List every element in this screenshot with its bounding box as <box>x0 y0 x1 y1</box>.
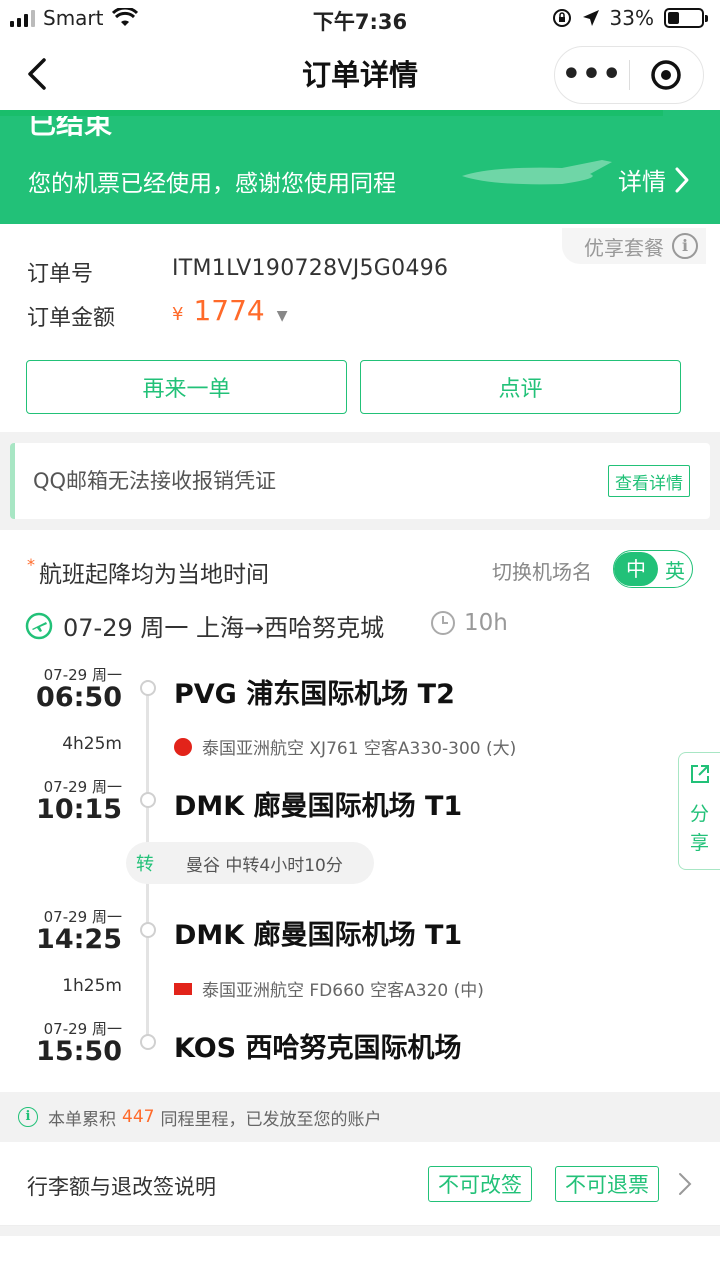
caret-down-icon: ▼ <box>276 308 288 324</box>
next-section-cutoff <box>0 1236 720 1280</box>
mileage-prefix: 本单累积 <box>48 1109 116 1130</box>
departure-airport: PVG 浦东国际机场 T2 <box>174 679 455 710</box>
reorder-button[interactable]: 再来一单 <box>26 360 347 414</box>
share-icon <box>690 765 709 783</box>
airasia-logo <box>174 737 192 756</box>
airport-language-toggle[interactable]: 中 英 <box>613 550 693 588</box>
chevron-right-icon <box>675 167 689 192</box>
airasia-logo <box>174 982 192 995</box>
mileage-notice: i 本单累积 447 同程里程，已发放至您的账户 <box>0 1092 720 1142</box>
no-refund-tag: 不可退票 <box>555 1166 659 1202</box>
battery-percent: 33% <box>609 6 654 30</box>
departure-airport: DMK 廊曼国际机场 T1 <box>174 920 463 951</box>
airplane-icon <box>25 612 53 639</box>
rotation-lock-icon <box>552 9 571 27</box>
battery-icon <box>664 8 708 28</box>
lang-english-option[interactable]: 英 <box>658 555 692 584</box>
order-info-card: 优享套餐 i 订单号 ITM1LV190728VJ5G0496 订单金额 ¥ 1… <box>0 224 720 432</box>
more-button[interactable]: ••• <box>555 60 629 90</box>
perk-label: 优享套餐 <box>584 235 664 260</box>
perk-package-tag[interactable]: 优享套餐 i <box>562 228 706 264</box>
clock-icon <box>431 611 455 635</box>
status-message: 您的机票已经使用，感谢您使用同程 <box>28 171 396 197</box>
order-amount[interactable]: ¥ 1774 ▼ <box>172 294 288 327</box>
nav-bar: 订单详情 ••• <box>0 40 720 110</box>
notice-card: QQ邮箱无法接收报销凭证 查看详情 <box>10 443 710 519</box>
switch-airport-name-label: 切换机场名 <box>492 560 592 584</box>
order-number-label: 订单号 <box>27 262 94 287</box>
system-icons: 33% <box>552 6 708 30</box>
close-miniprogram-button[interactable] <box>630 58 703 92</box>
notice-text: QQ邮箱无法接收报销凭证 <box>33 469 277 493</box>
miniprogram-capsule: ••• <box>554 46 704 104</box>
segment-flight-info: 泰国亚洲航空 XJ761 空客A330-300 (大) <box>174 734 516 759</box>
lang-chinese-option[interactable]: 中 <box>614 552 658 586</box>
review-button[interactable]: 点评 <box>360 360 681 414</box>
airplane-illustration <box>462 160 612 185</box>
share-label-1: 分 <box>689 803 709 825</box>
status-bar: Smart 下午7:36 33% <box>0 0 720 40</box>
arrival-airport: DMK 廊曼国际机场 T1 <box>174 791 463 822</box>
segment-duration: 4h25m <box>62 734 122 754</box>
flight-details: 泰国亚洲航空 FD660 空客A320 (中) <box>202 981 484 1001</box>
mileage-suffix: 同程里程，已发放至您的账户 <box>160 1109 382 1130</box>
timeline-node <box>140 922 156 938</box>
info-icon: i <box>18 1107 38 1127</box>
detail-label: 详情 <box>618 168 666 196</box>
location-icon <box>582 10 599 26</box>
baggage-policy-row[interactable]: 行李额与退改签说明 不可改签 不可退票 <box>0 1142 720 1226</box>
transfer-info: 转 曼谷 中转4小时10分 <box>126 842 374 884</box>
local-time-note: * 航班起降均为当地时间 <box>27 555 269 589</box>
transfer-tag: 转 <box>136 854 154 875</box>
trip-route: 07-29 周一 上海→西哈努克城 <box>63 614 385 642</box>
view-details-button[interactable]: 查看详情 <box>608 465 690 497</box>
arrival-time: 15:50 <box>36 1036 122 1067</box>
share-label-2: 享 <box>689 832 709 854</box>
status-progress-line <box>0 110 663 116</box>
order-status-banner: 已结束 您的机票已经使用，感谢您使用同程 详情 <box>0 110 720 224</box>
status-detail-link[interactable]: 详情 <box>618 162 690 197</box>
amount-value: 1774 <box>193 294 265 327</box>
timeline-node <box>140 680 156 696</box>
section-gap <box>0 1226 720 1236</box>
info-icon: i <box>672 233 698 259</box>
trip-summary: 07-29 周一 上海→西哈努克城 <box>25 608 384 643</box>
flight-details: 泰国亚洲航空 XJ761 空客A330-300 (大) <box>202 739 517 759</box>
timeline-node <box>140 1034 156 1050</box>
transfer-text: 曼谷 中转4小时10分 <box>186 855 343 876</box>
no-change-tag: 不可改签 <box>428 1166 532 1202</box>
departure-time: 06:50 <box>36 682 122 713</box>
target-icon <box>651 60 682 90</box>
share-button[interactable]: 分 享 <box>678 752 720 870</box>
segment-flight-info: 泰国亚洲航空 FD660 空客A320 (中) <box>174 976 484 1001</box>
chevron-right-icon <box>679 1173 692 1195</box>
order-number-value: ITM1LV190728VJ5G0496 <box>172 256 449 281</box>
departure-time: 14:25 <box>36 924 122 955</box>
note-asterisk: * <box>27 555 35 574</box>
note-text: 航班起降均为当地时间 <box>39 562 269 588</box>
baggage-label: 行李额与退改签说明 <box>27 1175 216 1199</box>
mileage-points: 447 <box>122 1107 155 1127</box>
order-amount-label: 订单金额 <box>27 306 116 331</box>
total-duration: 10h <box>430 610 508 636</box>
flight-section: * 航班起降均为当地时间 切换机场名 中 英 07-29 周一 上海→西哈努克城 … <box>0 530 720 1092</box>
segment-duration: 1h25m <box>62 976 122 996</box>
duration-value: 10h <box>464 610 508 636</box>
timeline-node <box>140 792 156 808</box>
arrival-airport: KOS 西哈努克国际机场 <box>174 1033 462 1064</box>
arrival-time: 10:15 <box>36 794 122 825</box>
currency-symbol: ¥ <box>172 304 184 325</box>
